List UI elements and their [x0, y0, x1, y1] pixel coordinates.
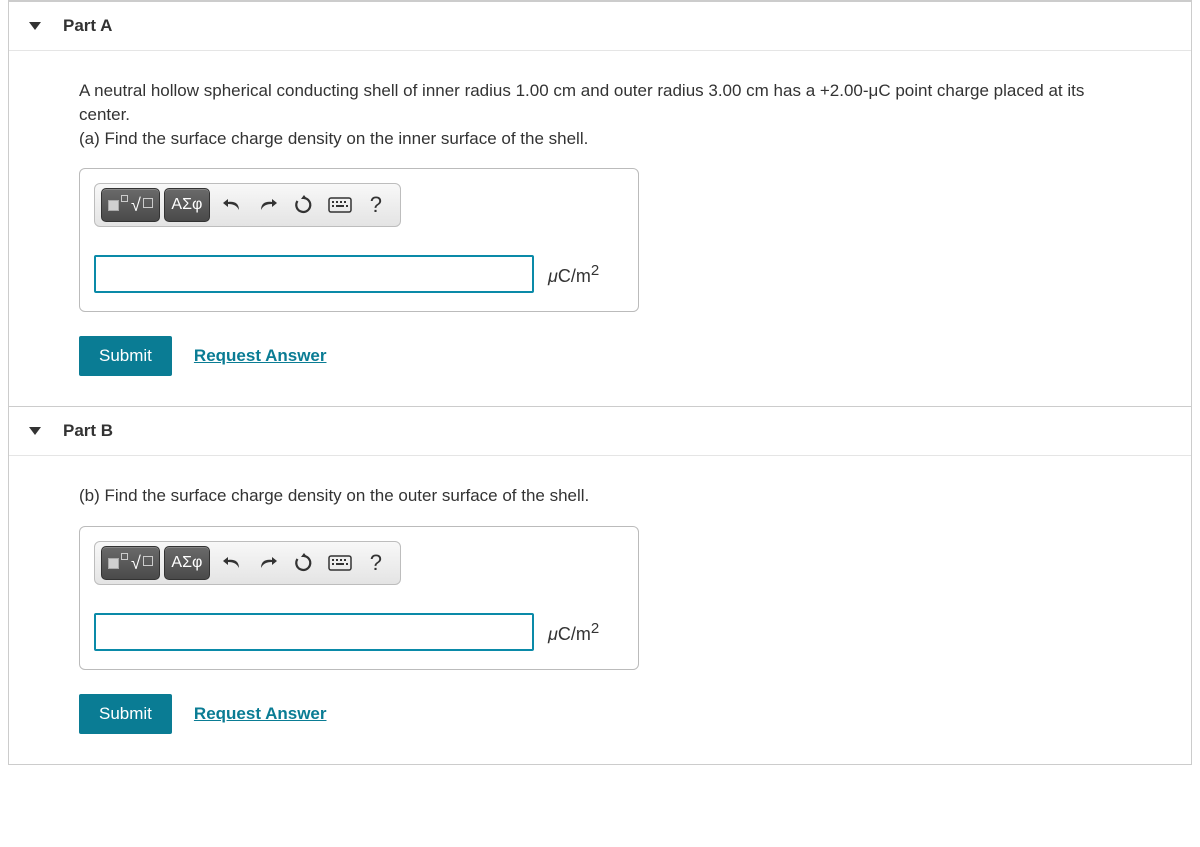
answer-input-a[interactable]: [94, 255, 534, 293]
help-label: ?: [370, 550, 382, 576]
reset-button[interactable]: [286, 547, 322, 579]
templates-button[interactable]: √: [101, 546, 160, 580]
unit-a: μC/m2: [548, 262, 599, 287]
problem-text-line1: A neutral hollow spherical conducting sh…: [79, 81, 1084, 124]
answer-box-a: √ ΑΣφ ?: [79, 168, 639, 312]
help-button[interactable]: ?: [358, 547, 394, 579]
keyboard-icon: [328, 197, 352, 213]
answer-input-b[interactable]: [94, 613, 534, 651]
undo-button[interactable]: [214, 189, 250, 221]
caret-down-icon: [29, 427, 41, 435]
reset-button[interactable]: [286, 189, 322, 221]
greek-button[interactable]: ΑΣφ: [164, 188, 210, 222]
greek-button[interactable]: ΑΣφ: [164, 546, 210, 580]
answer-box-b: √ ΑΣφ ?: [79, 526, 639, 670]
superscript-box-icon: [121, 553, 128, 560]
redo-icon: [258, 554, 278, 572]
part-a-body: A neutral hollow spherical conducting sh…: [9, 51, 1191, 406]
keyboard-icon: [328, 555, 352, 571]
greek-label: ΑΣφ: [171, 554, 202, 572]
part-b-body: (b) Find the surface charge density on t…: [9, 456, 1191, 764]
part-a-problem: A neutral hollow spherical conducting sh…: [79, 79, 1131, 150]
caret-down-icon: [29, 22, 41, 30]
rect-icon: [108, 200, 119, 211]
reset-icon: [294, 195, 314, 215]
actions-b: Submit Request Answer: [79, 694, 1131, 734]
toolbar-a: √ ΑΣφ ?: [94, 183, 401, 227]
unit-b: μC/m2: [548, 620, 599, 645]
rect-icon: [108, 558, 119, 569]
input-row-a: μC/m2: [94, 255, 624, 293]
problem-text-line2: (a) Find the surface charge density on t…: [79, 129, 588, 148]
submit-button-a[interactable]: Submit: [79, 336, 172, 376]
redo-icon: [258, 196, 278, 214]
part-b-title: Part B: [63, 421, 113, 441]
submit-button-b[interactable]: Submit: [79, 694, 172, 734]
keyboard-button[interactable]: [322, 189, 358, 221]
sqrt-box-icon: [143, 556, 153, 566]
reset-icon: [294, 553, 314, 573]
part-b-header[interactable]: Part B: [9, 406, 1191, 456]
sqrt-icon: √: [131, 195, 141, 216]
input-row-b: μC/m2: [94, 613, 624, 651]
part-a-title: Part A: [63, 16, 112, 36]
request-answer-link-b[interactable]: Request Answer: [194, 704, 327, 724]
undo-icon: [222, 196, 242, 214]
undo-button[interactable]: [214, 547, 250, 579]
part-a-header[interactable]: Part A: [9, 2, 1191, 51]
help-button[interactable]: ?: [358, 189, 394, 221]
undo-icon: [222, 554, 242, 572]
redo-button[interactable]: [250, 189, 286, 221]
greek-label: ΑΣφ: [171, 196, 202, 214]
superscript-box-icon: [121, 195, 128, 202]
keyboard-button[interactable]: [322, 547, 358, 579]
templates-button[interactable]: √: [101, 188, 160, 222]
problem-text-line1: (b) Find the surface charge density on t…: [79, 486, 589, 505]
part-b-problem: (b) Find the surface charge density on t…: [79, 484, 1131, 508]
request-answer-link-a[interactable]: Request Answer: [194, 346, 327, 366]
redo-button[interactable]: [250, 547, 286, 579]
toolbar-b: √ ΑΣφ ?: [94, 541, 401, 585]
sqrt-box-icon: [143, 198, 153, 208]
actions-a: Submit Request Answer: [79, 336, 1131, 376]
help-label: ?: [370, 192, 382, 218]
sqrt-icon: √: [131, 553, 141, 574]
